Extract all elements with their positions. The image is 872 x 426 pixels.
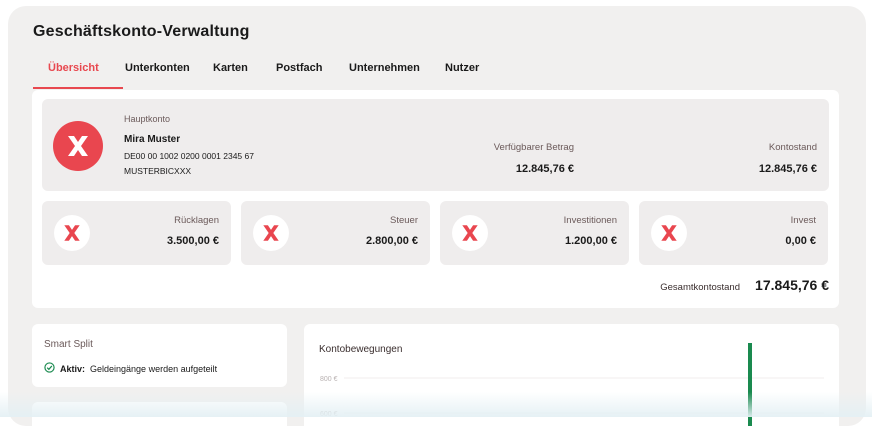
sub-account-name: Steuer <box>390 215 418 226</box>
sub-account-name: Invest <box>790 215 816 226</box>
chart-bar[interactable] <box>748 343 752 426</box>
accounts-panel: Hauptkonto Mira Muster DE00 00 1002 0200… <box>32 90 839 308</box>
balance-value: 12.845,76 € <box>758 163 817 175</box>
smart-split-status-text: Geldeingänge werden aufgeteilt <box>90 363 218 374</box>
secondary-card <box>32 402 287 426</box>
bank-logo-icon <box>53 121 103 171</box>
tab-uebersicht[interactable]: Übersicht <box>33 56 123 89</box>
balance-label: Kontostand <box>768 142 817 153</box>
check-circle-icon <box>44 362 55 375</box>
available-value: 12.845,76 € <box>515 163 574 175</box>
tab-unternehmen[interactable]: Unternehmen <box>349 56 445 89</box>
sub-account-logo-icon <box>54 215 90 251</box>
sub-account-logo-icon <box>452 215 488 251</box>
app-window: Geschäftskonto-Verwaltung Übersicht Unte… <box>8 6 866 426</box>
sub-account-card[interactable]: Investitionen 1.200,00 € <box>440 201 629 265</box>
transactions-chart: 800 €600 € <box>320 343 824 426</box>
sub-account-card[interactable]: Invest 0,00 € <box>639 201 828 265</box>
sub-account-value: 1.200,00 € <box>565 235 617 247</box>
total-balance-label: Gesamtkontostand <box>660 282 740 293</box>
sub-account-card[interactable]: Steuer 2.800,00 € <box>241 201 430 265</box>
sub-account-logo-icon <box>651 215 687 251</box>
sub-account-value: 2.800,00 € <box>366 235 418 247</box>
page-title: Geschäftskonto-Verwaltung <box>33 23 250 40</box>
total-balance-value: 17.845,76 € <box>755 277 829 293</box>
smart-split-card[interactable]: Smart Split Aktiv: Geldeingänge werden a… <box>32 324 287 387</box>
account-bic: MUSTERBICXXX <box>124 166 192 176</box>
sub-account-value: 0,00 € <box>785 235 816 247</box>
sub-account-name: Investitionen <box>563 215 617 226</box>
tab-karten[interactable]: Karten <box>213 56 276 89</box>
sub-account-logo-icon <box>253 215 289 251</box>
account-iban: DE00 00 1002 0200 0001 2345 67 <box>124 151 254 161</box>
main-account-card[interactable]: Hauptkonto Mira Muster DE00 00 1002 0200… <box>42 99 829 191</box>
smart-split-title: Smart Split <box>44 339 93 350</box>
main-account-label: Hauptkonto <box>124 114 171 124</box>
tab-nutzer[interactable]: Nutzer <box>445 56 505 89</box>
transactions-chart-card: Kontobewegungen 800 €600 € <box>304 324 839 426</box>
smart-split-status: Aktiv: Geldeingänge werden aufgeteilt <box>44 362 217 375</box>
available-label: Verfügbarer Betrag <box>493 142 574 153</box>
y-tick-label: 800 € <box>320 376 338 383</box>
account-holder: Mira Muster <box>124 134 181 145</box>
tab-unterkonten[interactable]: Unterkonten <box>123 56 213 89</box>
smart-split-status-bold: Aktiv: <box>60 363 86 374</box>
sub-account-value: 3.500,00 € <box>167 235 219 247</box>
sub-account-name: Rücklagen <box>174 215 219 226</box>
tab-postfach[interactable]: Postfach <box>276 56 349 89</box>
sub-account-card[interactable]: Rücklagen 3.500,00 € <box>42 201 231 265</box>
tab-bar: Übersicht Unterkonten Karten Postfach Un… <box>33 56 505 89</box>
